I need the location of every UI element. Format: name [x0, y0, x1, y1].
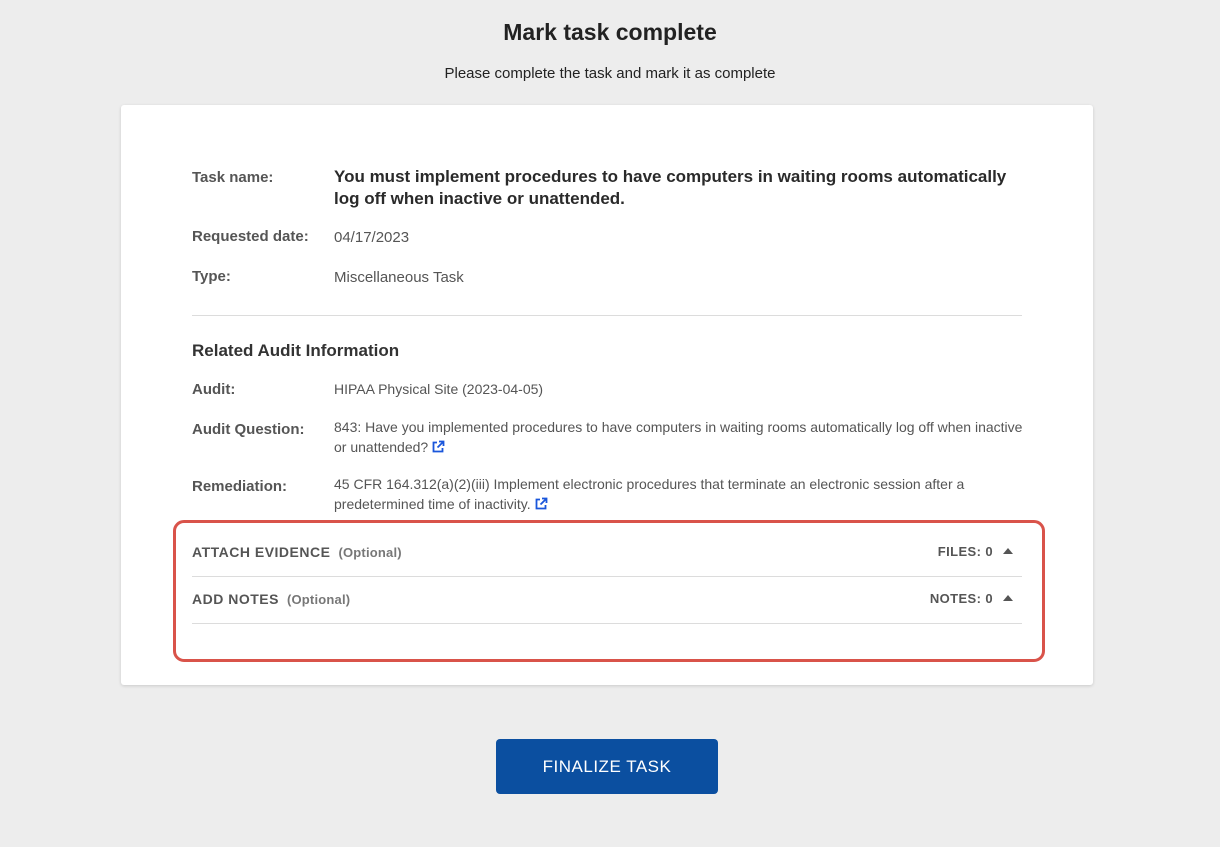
task-name-label: Task name: — [192, 169, 274, 186]
audit-question-label: Audit Question: — [192, 421, 305, 438]
audit-value: HIPAA Physical Site (2023-04-05) — [334, 381, 544, 397]
page-subtitle: Please complete the task and mark it as … — [444, 65, 776, 82]
attach-evidence-label: ATTACH EVIDENCE — [192, 544, 331, 560]
add-notes-title: ADD NOTES (Optional) — [192, 591, 350, 607]
notes-count: NOTES: 0 — [929, 591, 993, 606]
external-link-icon[interactable] — [534, 496, 548, 516]
files-count: FILES: 0 — [937, 544, 993, 559]
audit-label: Audit: — [192, 381, 236, 398]
requested-date-label: Requested date: — [192, 228, 309, 245]
caret-up-icon[interactable] — [1003, 595, 1013, 601]
type-value: Miscellaneous Task — [334, 269, 464, 286]
files-count-wrap: FILES: 0 — [938, 544, 1013, 559]
finalize-task-button[interactable]: FINALIZE TASK — [496, 739, 718, 794]
external-link-icon[interactable] — [431, 439, 445, 459]
remediation-value-wrap: 45 CFR 164.312(a)(2)(iii) Implement elec… — [334, 474, 1024, 516]
add-notes-accordion[interactable]: ADD NOTES (Optional) NOTES: 0 — [192, 577, 1022, 624]
section-divider — [192, 315, 1022, 316]
attach-evidence-accordion[interactable]: ATTACH EVIDENCE (Optional) FILES: 0 — [192, 530, 1022, 577]
requested-date-value: 04/17/2023 — [334, 229, 410, 246]
add-notes-label: ADD NOTES — [192, 591, 279, 607]
audit-question-value-wrap: 843: Have you implemented procedures to … — [334, 417, 1024, 459]
related-audit-heading: Related Audit Information — [192, 341, 400, 360]
remediation-label: Remediation: — [192, 478, 288, 495]
type-label: Type: — [192, 268, 231, 285]
optional-tag: (Optional) — [338, 545, 402, 560]
task-card: Task name: You must implement procedures… — [121, 105, 1093, 685]
attach-evidence-title: ATTACH EVIDENCE (Optional) — [192, 544, 402, 560]
task-name-value: You must implement procedures to have co… — [334, 167, 1007, 208]
page-title: Mark task complete — [503, 19, 717, 45]
optional-tag: (Optional) — [286, 592, 351, 607]
caret-up-icon[interactable] — [1003, 548, 1013, 554]
remediation-value: 45 CFR 164.312(a)(2)(iii) Implement elec… — [334, 476, 965, 512]
notes-count-wrap: NOTES: 0 — [930, 591, 1013, 606]
